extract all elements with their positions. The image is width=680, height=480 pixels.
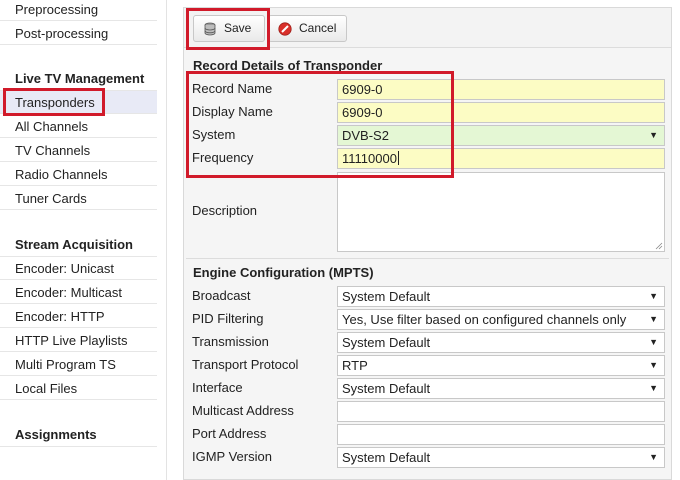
sidebar: Preprocessing Post-processing Live TV Ma… — [0, 0, 158, 480]
cancel-circle-icon — [278, 22, 292, 36]
frequency-value: 11110000 — [342, 151, 397, 166]
sidebar-item-post-processing[interactable]: Post-processing — [0, 22, 157, 45]
transport-protocol-label: Transport Protocol — [192, 357, 299, 372]
sidebar-item-encoder-unicast[interactable]: Encoder: Unicast — [0, 257, 157, 280]
display-name-label: Display Name — [192, 104, 273, 119]
description-label: Description — [192, 203, 258, 218]
frequency-input[interactable]: 11110000 — [337, 148, 665, 169]
igmp-version-label: IGMP Version — [192, 449, 272, 464]
sidebar-item-radio-channels[interactable]: Radio Channels — [0, 163, 157, 186]
save-button[interactable]: Save — [193, 15, 265, 42]
sidebar-heading-live-tv: Live TV Management — [0, 67, 157, 91]
save-button-label: Save — [224, 21, 252, 35]
sidebar-divider — [166, 0, 167, 480]
record-name-input[interactable]: 6909-0 — [337, 79, 665, 100]
sidebar-item-tv-channels[interactable]: TV Channels — [0, 139, 157, 162]
sidebar-item-preprocessing[interactable]: Preprocessing — [0, 0, 157, 21]
sidebar-heading-assignments[interactable]: Assignments — [0, 423, 157, 447]
record-name-label: Record Name — [192, 81, 273, 96]
section-divider — [186, 258, 669, 259]
sidebar-item-encoder-http[interactable]: Encoder: HTTP — [0, 305, 157, 328]
display-name-input[interactable]: 6909-0 — [337, 102, 665, 123]
engine-config-title: Engine Configuration (MPTS) — [193, 265, 374, 280]
interface-select[interactable]: System Default — [337, 378, 665, 399]
sidebar-heading-stream-acquisition: Stream Acquisition — [0, 233, 157, 257]
igmp-version-select[interactable]: System Default — [337, 447, 665, 468]
sidebar-item-local-files[interactable]: Local Files — [0, 377, 157, 400]
cancel-button-label: Cancel — [299, 21, 337, 35]
pid-filtering-select[interactable]: Yes, Use filter based on configured chan… — [337, 309, 665, 330]
sidebar-item-tuner-cards[interactable]: Tuner Cards — [0, 187, 157, 210]
port-address-input[interactable] — [337, 424, 665, 445]
transport-protocol-select[interactable]: RTP — [337, 355, 665, 376]
port-address-label: Port Address — [192, 426, 267, 441]
transmission-select[interactable]: System Default — [337, 332, 665, 353]
sidebar-item-encoder-multicast[interactable]: Encoder: Multicast — [0, 281, 157, 304]
database-save-icon — [204, 22, 216, 36]
description-textarea[interactable] — [337, 172, 665, 252]
pid-filtering-label: PID Filtering — [192, 311, 264, 326]
text-cursor — [397, 151, 399, 165]
sidebar-item-multi-program-ts[interactable]: Multi Program TS — [0, 353, 157, 376]
sidebar-item-http-live-playlists[interactable]: HTTP Live Playlists — [0, 329, 157, 352]
sidebar-item-all-channels[interactable]: All Channels — [0, 115, 157, 138]
resize-grip-icon[interactable] — [655, 242, 663, 250]
multicast-address-input[interactable] — [337, 401, 665, 422]
transmission-label: Transmission — [192, 334, 269, 349]
transponder-form-panel: Save Cancel Record Details of Transponde… — [183, 7, 672, 480]
cancel-button[interactable]: Cancel — [268, 15, 347, 42]
system-select[interactable]: DVB-S2 — [337, 125, 665, 146]
record-details-title: Record Details of Transponder — [193, 58, 383, 73]
system-label: System — [192, 127, 236, 142]
sidebar-item-transponders[interactable]: Transponders — [0, 91, 157, 114]
interface-label: Interface — [192, 380, 243, 395]
multicast-address-label: Multicast Address — [192, 403, 294, 418]
frequency-label: Frequency — [192, 150, 254, 165]
broadcast-select[interactable]: System Default — [337, 286, 665, 307]
broadcast-label: Broadcast — [192, 288, 251, 303]
form-toolbar: Save Cancel — [184, 8, 671, 48]
